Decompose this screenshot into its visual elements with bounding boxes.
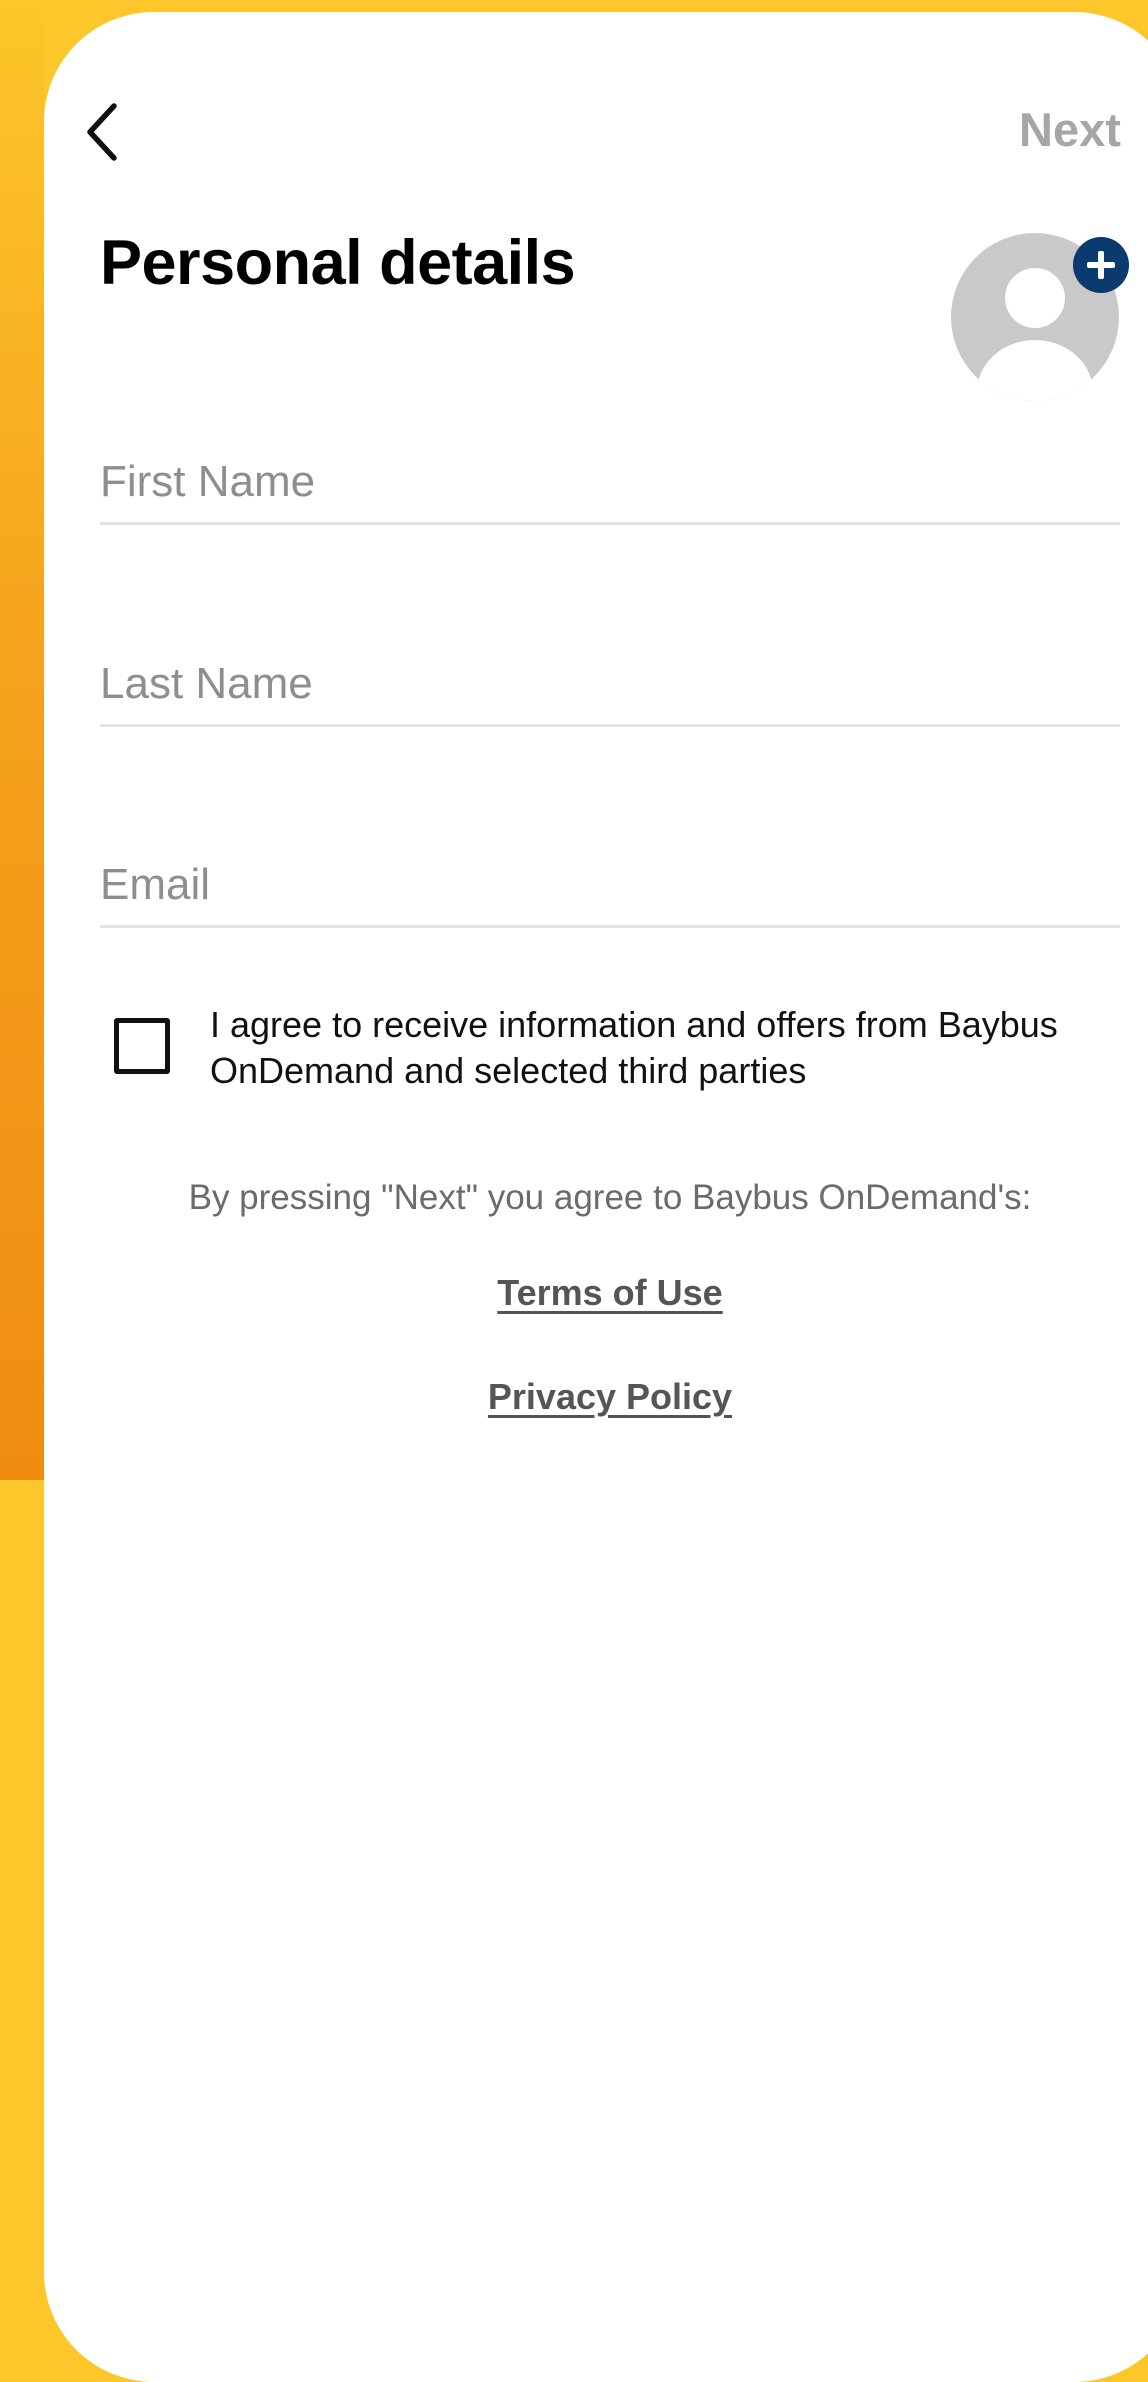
plus-circle-icon	[1073, 237, 1129, 293]
legal-agree-text: By pressing "Next" you agree to Baybus O…	[188, 1178, 1032, 1217]
first-name-field	[100, 452, 1120, 525]
privacy-policy-link[interactable]: Privacy Policy	[488, 1376, 732, 1417]
screen: Next Personal details I agree to recei	[44, 12, 1148, 2382]
page-title: Personal details	[100, 228, 576, 298]
email-input[interactable]	[100, 855, 1120, 915]
terms-of-use-link[interactable]: Terms of Use	[497, 1272, 722, 1313]
consent-checkbox[interactable]	[114, 1018, 170, 1074]
terms-of-use-row: Terms of Use	[44, 1272, 1148, 1314]
consent-label: I agree to receive information and offer…	[210, 1004, 1058, 1091]
next-button[interactable]: Next	[1019, 102, 1121, 157]
add-photo-button[interactable]	[1072, 236, 1130, 294]
back-button[interactable]	[74, 92, 134, 172]
chevron-left-icon	[87, 103, 117, 161]
background-gradient	[0, 0, 44, 1480]
privacy-policy-row: Privacy Policy	[44, 1376, 1148, 1418]
last-name-field	[100, 654, 1120, 727]
last-name-input[interactable]	[100, 654, 1120, 714]
email-field	[100, 855, 1120, 928]
first-name-input[interactable]	[100, 452, 1120, 512]
